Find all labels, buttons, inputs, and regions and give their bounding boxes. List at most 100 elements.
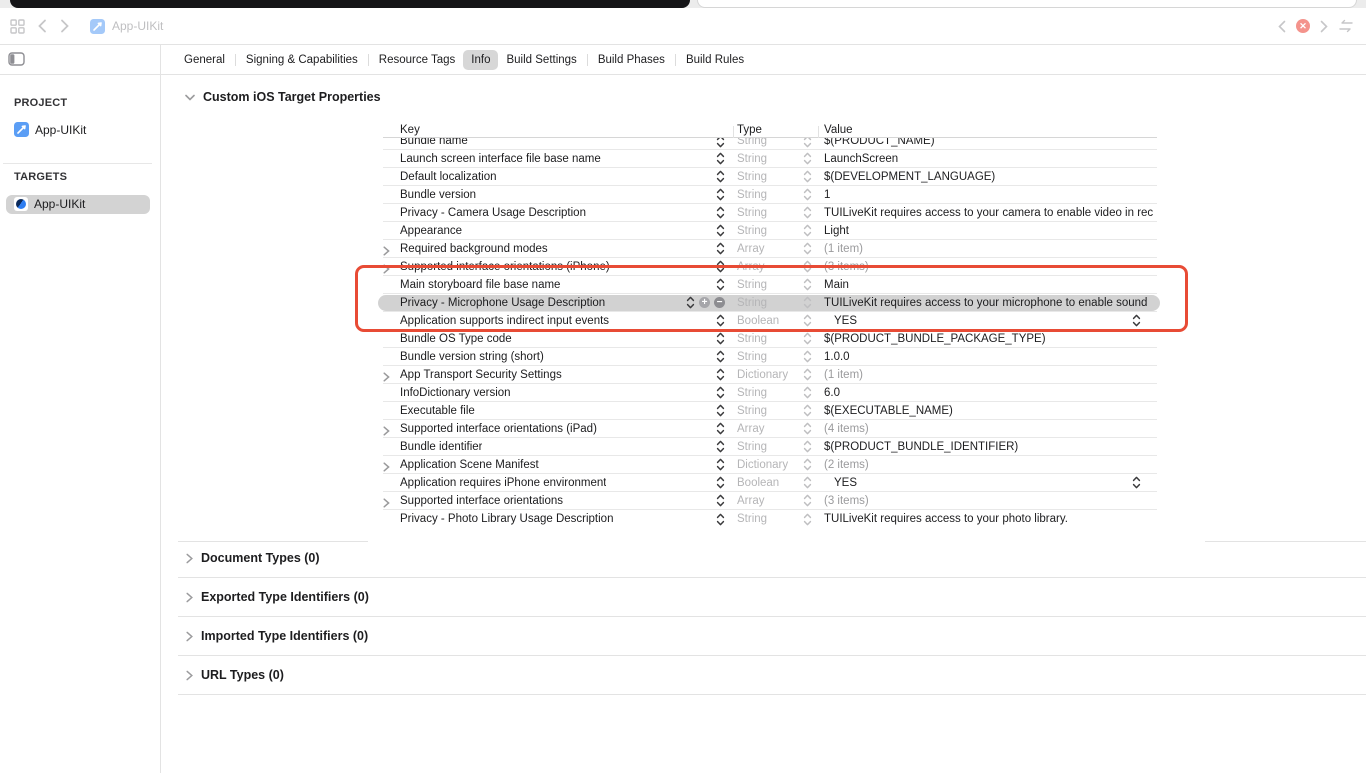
- stepper-icon[interactable]: [716, 152, 725, 165]
- key-cell[interactable]: App Transport Security Settings: [383, 368, 733, 382]
- table-row[interactable]: Default localization String $(DEVELOPMENT_…: [383, 168, 1157, 186]
- type-cell[interactable]: String: [733, 138, 818, 148]
- value-cell[interactable]: Main: [818, 279, 1157, 291]
- key-cell[interactable]: Bundle name: [383, 138, 733, 148]
- swap-arrows-icon[interactable]: [1338, 19, 1354, 34]
- stepper-icon[interactable]: [686, 296, 695, 309]
- sidebar-toggle-icon[interactable]: [8, 52, 25, 66]
- key-cell[interactable]: Launch screen interface file base name: [383, 152, 733, 165]
- key-cell[interactable]: Bundle identifier: [383, 440, 733, 453]
- value-cell[interactable]: $(EXECUTABLE_NAME): [818, 405, 1157, 417]
- table-row[interactable]: App Transport Security Settings Dictionar…: [383, 366, 1157, 384]
- value-cell[interactable]: $(PRODUCT_BUNDLE_IDENTIFIER): [818, 441, 1157, 453]
- stepper-icon[interactable]: [716, 476, 725, 489]
- tab-signing-capabilities[interactable]: Signing & Capabilities: [238, 50, 366, 70]
- issue-back-icon[interactable]: [1278, 20, 1286, 33]
- stepper-icon[interactable]: [716, 278, 725, 291]
- type-stepper-icon[interactable]: [803, 188, 812, 201]
- stepper-icon[interactable]: [716, 513, 725, 526]
- table-row[interactable]: Bundle identifier String $(PRODUCT_BUNDLE_…: [383, 438, 1157, 456]
- key-cell[interactable]: Default localization: [383, 170, 733, 183]
- disclosure-chevron-icon[interactable]: [383, 498, 390, 511]
- value-cell[interactable]: YES: [818, 314, 1157, 327]
- type-stepper-icon[interactable]: [803, 138, 812, 148]
- type-cell[interactable]: String: [733, 278, 818, 291]
- table-row[interactable]: Appearance String Light: [383, 222, 1157, 240]
- key-cell[interactable]: Application Scene Manifest: [383, 458, 733, 472]
- type-stepper-icon[interactable]: [803, 332, 812, 345]
- disclosure-chevron-icon[interactable]: [383, 426, 390, 439]
- value-cell[interactable]: TUILiveKit requires access to your photo…: [818, 513, 1157, 525]
- type-stepper-icon[interactable]: [803, 422, 812, 435]
- issue-forward-icon[interactable]: [1320, 20, 1328, 33]
- type-cell[interactable]: Array: [733, 260, 818, 273]
- table-row[interactable]: Main storyboard file base name String Main: [383, 276, 1157, 294]
- value-cell[interactable]: (1 item): [818, 369, 1157, 381]
- table-row[interactable]: Privacy - Camera Usage Description String…: [383, 204, 1157, 222]
- type-cell[interactable]: String: [733, 404, 818, 417]
- type-stepper-icon[interactable]: [803, 260, 812, 273]
- table-row[interactable]: Privacy - Photo Library Usage Descriptio…: [383, 510, 1157, 528]
- forward-icon[interactable]: [60, 19, 69, 33]
- key-cell[interactable]: Supported interface orientations (iPhone…: [383, 260, 733, 274]
- key-cell[interactable]: Bundle version string (short): [383, 350, 733, 363]
- tab-build-settings[interactable]: Build Settings: [498, 50, 584, 70]
- stepper-icon[interactable]: [716, 242, 725, 255]
- stepper-icon[interactable]: [716, 260, 725, 273]
- stepper-icon[interactable]: [716, 422, 725, 435]
- table-row[interactable]: Supported interface orientations (iPhone…: [383, 258, 1157, 276]
- type-cell[interactable]: String: [733, 513, 818, 526]
- type-cell[interactable]: Array: [733, 494, 818, 507]
- table-row[interactable]: Application Scene Manifest Dictionary (2 i…: [383, 456, 1157, 474]
- stepper-icon[interactable]: [716, 440, 725, 453]
- table-row[interactable]: Bundle version String 1: [383, 186, 1157, 204]
- value-cell[interactable]: $(PRODUCT_NAME): [818, 138, 1157, 147]
- stepper-icon[interactable]: [716, 458, 725, 471]
- remove-row-button[interactable]: −: [714, 297, 725, 308]
- key-cell[interactable]: Supported interface orientations: [383, 494, 733, 508]
- key-cell[interactable]: Bundle OS Type code: [383, 332, 733, 345]
- table-row[interactable]: Supported interface orientations Array (3 …: [383, 492, 1157, 510]
- type-stepper-icon[interactable]: [803, 278, 812, 291]
- stepper-icon[interactable]: [716, 386, 725, 399]
- column-header-type[interactable]: Type: [733, 124, 818, 138]
- sidebar-item-target[interactable]: App-UIKit: [14, 197, 85, 211]
- disclosure-chevron-icon[interactable]: [383, 264, 390, 277]
- type-cell[interactable]: Dictionary: [733, 458, 818, 471]
- custom-properties-section-header[interactable]: Custom iOS Target Properties: [185, 90, 381, 104]
- type-cell[interactable]: String: [733, 152, 818, 165]
- value-cell[interactable]: $(PRODUCT_BUNDLE_PACKAGE_TYPE): [818, 333, 1157, 345]
- type-cell[interactable]: String: [733, 188, 818, 201]
- section-header-imported-type-identifiers[interactable]: Imported Type Identifiers (0): [186, 629, 368, 643]
- type-stepper-icon[interactable]: [803, 404, 812, 417]
- stepper-icon[interactable]: [716, 188, 725, 201]
- value-cell[interactable]: $(DEVELOPMENT_LANGUAGE): [818, 171, 1157, 183]
- type-cell[interactable]: String: [733, 440, 818, 453]
- type-stepper-icon[interactable]: [803, 170, 812, 183]
- disclosure-chevron-icon[interactable]: [383, 462, 390, 475]
- table-row[interactable]: InfoDictionary version String 6.0: [383, 384, 1157, 402]
- table-row[interactable]: Bundle OS Type code String $(PRODUCT_BUNDL…: [383, 330, 1157, 348]
- document-tab[interactable]: App-UIKit: [90, 18, 163, 34]
- stepper-icon[interactable]: [716, 368, 725, 381]
- key-cell[interactable]: Supported interface orientations (iPad): [383, 422, 733, 436]
- table-row[interactable]: Required background modes Array (1 item): [383, 240, 1157, 258]
- type-stepper-icon[interactable]: [803, 386, 812, 399]
- stepper-icon[interactable]: [716, 224, 725, 237]
- type-stepper-icon[interactable]: [803, 368, 812, 381]
- type-cell[interactable]: Array: [733, 422, 818, 435]
- key-cell[interactable]: Bundle version: [383, 188, 733, 201]
- type-cell[interactable]: String: [733, 296, 818, 309]
- type-cell[interactable]: Boolean: [733, 314, 818, 327]
- tab-build-rules[interactable]: Build Rules: [678, 50, 752, 70]
- type-cell[interactable]: Dictionary: [733, 368, 818, 381]
- key-cell[interactable]: Main storyboard file base name: [383, 278, 733, 291]
- value-cell[interactable]: LaunchScreen: [818, 153, 1157, 165]
- type-cell[interactable]: Boolean: [733, 476, 818, 489]
- value-cell[interactable]: Light: [818, 225, 1157, 237]
- type-stepper-icon[interactable]: [803, 513, 812, 526]
- type-cell[interactable]: String: [733, 170, 818, 183]
- table-row[interactable]: Privacy - Microphone Usage Description + −…: [378, 294, 1160, 312]
- type-stepper-icon[interactable]: [803, 458, 812, 471]
- disclosure-chevron-icon[interactable]: [383, 372, 390, 385]
